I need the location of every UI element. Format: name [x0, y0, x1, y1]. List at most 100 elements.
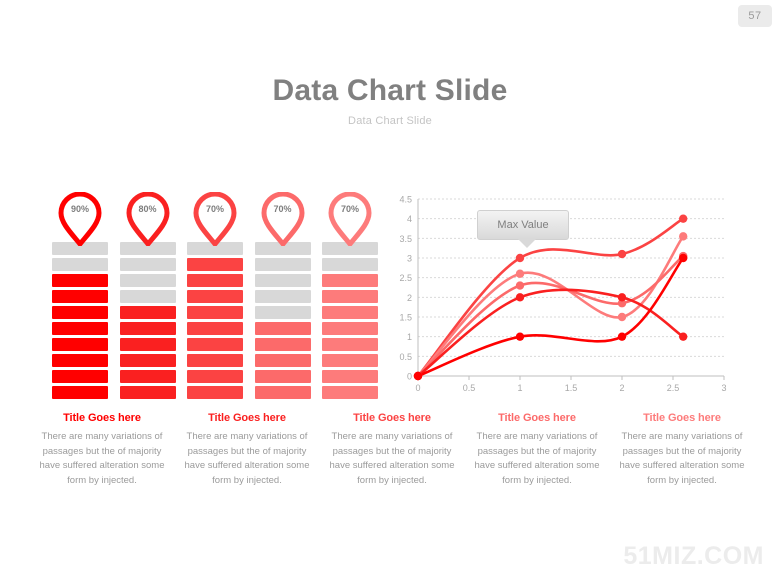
bar-segment-filled	[322, 386, 378, 399]
y-axis-tick-label: 4	[407, 214, 412, 224]
chart-data-point[interactable]	[413, 371, 423, 381]
bar-segment-filled	[187, 258, 243, 271]
caption-block: Title Goes here There are many variations…	[179, 412, 315, 489]
bar-segment-empty	[254, 258, 311, 271]
chart-data-point[interactable]	[515, 281, 525, 290]
bar-segment-filled	[119, 338, 176, 351]
bar-segment-filled	[322, 290, 378, 303]
chart-data-point[interactable]	[617, 312, 627, 322]
caption-block: Title Goes here There are many variations…	[34, 412, 170, 489]
bar-segment-empty	[254, 290, 311, 303]
y-axis-tick-label: 3.5	[399, 234, 412, 244]
pin-percent-label: 70%	[340, 204, 359, 214]
bar-segment-filled	[187, 322, 243, 335]
x-axis-tick-label: 2.5	[667, 383, 680, 393]
y-axis-tick-label: 3	[407, 254, 412, 264]
bar-segment-filled	[322, 274, 378, 287]
bar-segment-filled	[254, 370, 311, 383]
page-title: Data Chart Slide	[272, 74, 508, 107]
chart-data-point[interactable]	[679, 232, 688, 241]
bar-segment-filled	[322, 370, 378, 383]
bar-segment-filled	[322, 338, 378, 351]
bar-segment-filled	[254, 322, 311, 335]
caption-block: Title Goes here There are many variations…	[324, 412, 460, 489]
max-value-tooltip: Max Value	[477, 210, 569, 248]
map-pin-icon: 70%	[260, 192, 305, 246]
chart-data-point[interactable]	[515, 332, 525, 341]
caption-body: There are many variations of passages bu…	[184, 431, 310, 487]
tooltip-arrow-icon	[518, 239, 536, 248]
tooltip-label: Max Value	[497, 219, 549, 231]
y-axis-tick-label: 4.5	[399, 195, 412, 205]
segmented-bar-column: 70%	[322, 192, 378, 399]
x-axis-tick-label: 1.5	[565, 383, 578, 393]
chart-data-point[interactable]	[515, 293, 525, 302]
caption-title: Title Goes here	[498, 412, 576, 424]
x-axis-tick-label: 2	[619, 383, 624, 393]
bar-segment-filled	[322, 322, 378, 335]
bar-segment-filled	[52, 370, 108, 383]
page-subtitle: Data Chart Slide	[348, 115, 432, 127]
bar-segment-empty	[322, 258, 378, 271]
chart-data-point[interactable]	[679, 214, 688, 223]
x-axis-tick-label: 3	[721, 383, 726, 393]
chart-data-point[interactable]	[679, 253, 688, 263]
bar-stack	[52, 242, 108, 402]
bar-segment-filled	[52, 290, 108, 303]
bar-stack	[322, 242, 378, 402]
chart-data-point[interactable]	[617, 332, 627, 341]
bar-segment-filled	[187, 290, 243, 303]
x-axis-tick-label: 1	[517, 383, 522, 393]
bar-segment-filled	[322, 354, 378, 367]
bar-stack	[119, 242, 176, 402]
segmented-bar-group: 90% 80% 70% 70% 70%	[52, 192, 378, 399]
chart-data-point[interactable]	[679, 332, 688, 341]
map-pin-icon: 80%	[125, 192, 170, 246]
bar-segment-filled	[187, 386, 243, 399]
segmented-bar-column: 70%	[254, 192, 311, 399]
caption-body: There are many variations of passages bu…	[474, 431, 600, 487]
bar-stack	[254, 242, 311, 402]
bar-segment-filled	[254, 386, 311, 399]
chart-data-point[interactable]	[617, 293, 627, 302]
caption-title: Title Goes here	[353, 412, 431, 424]
bar-segment-empty	[119, 274, 176, 287]
chart-data-point[interactable]	[515, 269, 525, 278]
y-axis-tick-label: 2.5	[399, 273, 412, 283]
segmented-bar-column: 80%	[119, 192, 176, 399]
pin-percent-label: 90%	[70, 204, 89, 214]
pin-percent-label: 80%	[138, 204, 157, 214]
chart-data-point[interactable]	[515, 253, 525, 263]
bar-segment-filled	[119, 306, 176, 319]
bar-segment-filled	[187, 306, 243, 319]
y-axis-tick-label: 0	[407, 372, 412, 382]
y-axis-tick-label: 1	[407, 332, 412, 342]
y-axis-tick-label: 2	[407, 293, 412, 303]
x-axis-tick-label: 0.5	[463, 383, 476, 393]
bar-segment-empty	[119, 290, 176, 303]
bar-segment-filled	[119, 322, 176, 335]
chart-data-point[interactable]	[617, 249, 627, 259]
pin-percent-label: 70%	[273, 204, 292, 214]
bar-segment-empty	[52, 258, 108, 271]
bar-segment-filled	[119, 386, 176, 399]
bar-stack	[187, 242, 243, 402]
caption-block: Title Goes here There are many variations…	[469, 412, 605, 489]
caption-title: Title Goes here	[643, 412, 721, 424]
y-axis-tick-label: 1.5	[399, 313, 412, 323]
bar-segment-filled	[52, 386, 108, 399]
bar-segment-filled	[52, 274, 108, 287]
y-axis-tick-label: 0.5	[399, 352, 412, 362]
watermark: 51MIZ.COM	[623, 542, 764, 570]
bar-segment-filled	[119, 370, 176, 383]
map-pin-icon: 70%	[328, 192, 372, 246]
bar-segment-filled	[254, 338, 311, 351]
slide-canvas: 57 Data Chart Slide Data Chart Slide 90%…	[0, 0, 780, 585]
bar-segment-empty	[254, 306, 311, 319]
caption-title: Title Goes here	[208, 412, 286, 424]
segmented-bar-column: 90%	[52, 192, 108, 399]
segmented-bar-column: 70%	[187, 192, 243, 399]
caption-body: There are many variations of passages bu…	[39, 431, 165, 487]
bar-segment-filled	[187, 354, 243, 367]
bar-segment-filled	[52, 322, 108, 335]
